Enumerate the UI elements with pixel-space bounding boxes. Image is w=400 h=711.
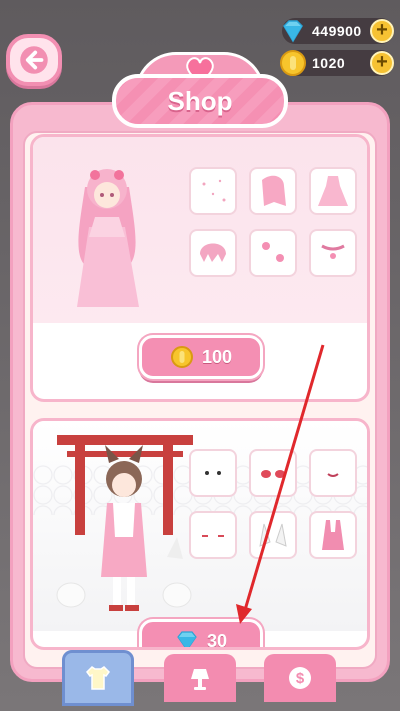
arrow-left-icon — [20, 46, 48, 74]
svg-text:$: $ — [296, 670, 305, 687]
dollar-coin-icon: $ — [289, 667, 311, 689]
red-eyes-icon — [261, 470, 285, 478]
tab-coins[interactable]: $ — [264, 654, 336, 702]
item-slot-mouth[interactable] — [309, 449, 357, 497]
sparkle-icon — [202, 179, 226, 202]
title-banner: Shop — [112, 74, 288, 128]
buy-with-gems-button[interactable]: 30 — [139, 619, 263, 650]
shirt-icon — [86, 666, 110, 690]
diamond-icon — [177, 631, 197, 647]
add-gems-button[interactable]: + — [370, 19, 394, 43]
coin-count: 1020 — [312, 55, 346, 71]
item-slot-fox-ears[interactable] — [249, 511, 297, 559]
item-slot-eyes-red[interactable] — [249, 449, 297, 497]
item-slot-eyes-plain[interactable] — [189, 449, 237, 497]
coin-icon — [280, 50, 306, 76]
kimono-icon — [322, 520, 344, 550]
item-slot-dress[interactable] — [309, 167, 357, 215]
item-slot-kimono[interactable] — [309, 511, 357, 559]
lamp-icon — [191, 669, 209, 690]
shop-item-card[interactable]: 100 — [30, 134, 370, 402]
fox-ears-icon — [259, 523, 287, 547]
bangs-icon — [200, 243, 226, 262]
shop-item-card[interactable]: 30 — [30, 418, 370, 650]
coin-icon — [170, 346, 193, 368]
mouth-icon — [327, 473, 339, 477]
tab-furniture[interactable] — [164, 654, 236, 702]
fox-maiden-character — [56, 435, 193, 611]
price-label: 100 — [201, 346, 233, 367]
item-slot-bangs[interactable] — [189, 229, 237, 277]
diamond-icon — [283, 20, 303, 43]
coin-balance: 1020 + — [280, 50, 394, 76]
item-slot-hair-accessory[interactable] — [249, 229, 297, 277]
eyes-icon — [205, 471, 221, 475]
item-slot-choker[interactable] — [309, 229, 357, 277]
back-button[interactable] — [6, 34, 62, 86]
choker-icon — [321, 244, 345, 259]
gem-count: 449900 — [312, 23, 362, 39]
sakura-princess-character — [77, 169, 139, 307]
item-slot-sparkles[interactable] — [189, 167, 237, 215]
blush-icon — [202, 535, 224, 537]
page-title: Shop — [167, 85, 233, 116]
tab-clothes[interactable] — [62, 650, 134, 706]
price-label: 30 — [206, 630, 228, 650]
gem-balance: 449900 + — [282, 18, 394, 44]
add-coins-button[interactable]: + — [370, 51, 394, 75]
dress-icon — [318, 176, 348, 206]
flower-clip-icon — [262, 242, 284, 262]
long-hair-icon — [262, 175, 286, 206]
item-slot-hair[interactable] — [249, 167, 297, 215]
item-slot-blush[interactable] — [189, 511, 237, 559]
buy-with-coins-button[interactable]: 100 — [139, 335, 263, 379]
